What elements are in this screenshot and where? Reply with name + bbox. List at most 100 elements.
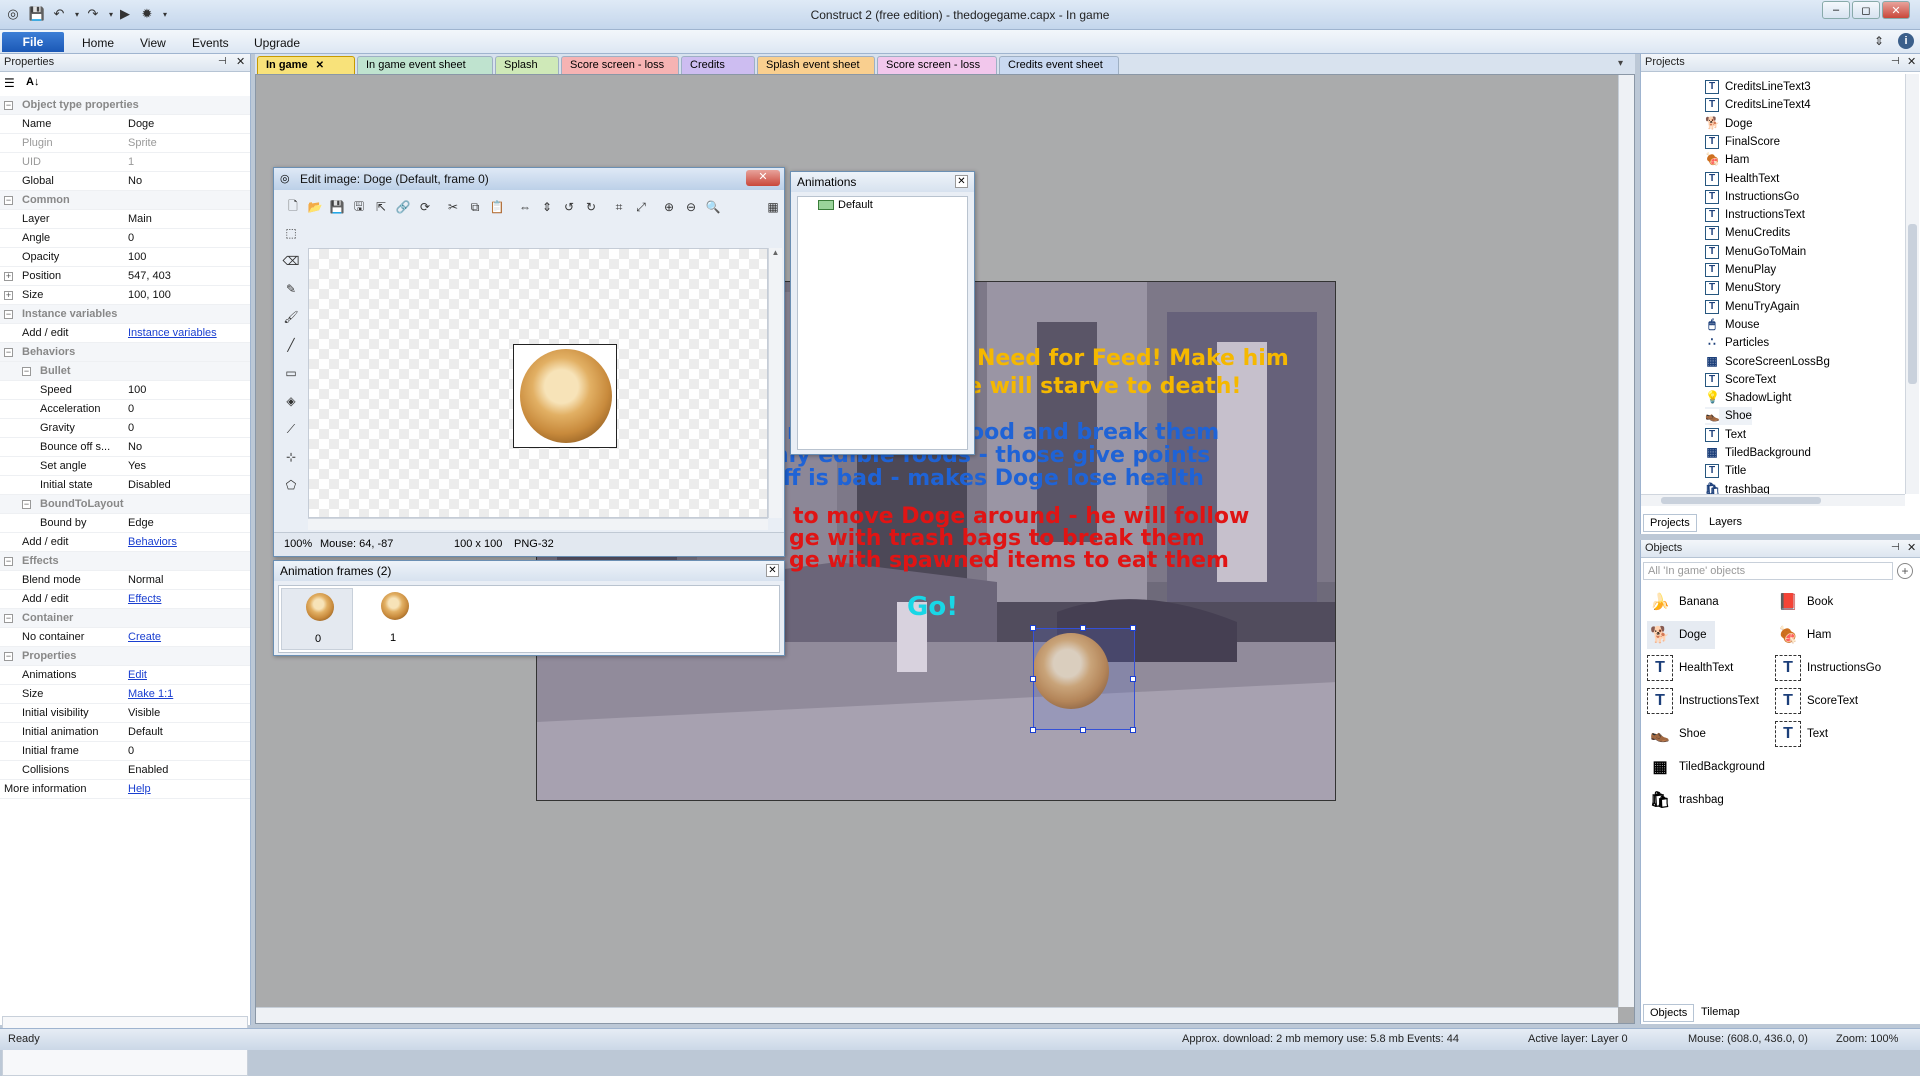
- project-tree-item[interactable]: T CreditsLineText4: [1705, 96, 1811, 114]
- resize-icon[interactable]: ⤢: [632, 198, 650, 216]
- property-section-header[interactable]: − Properties: [0, 647, 250, 666]
- close-button[interactable]: ✕: [1882, 1, 1910, 19]
- property-section-header[interactable]: − Behaviors: [0, 343, 250, 362]
- tab-upgrade[interactable]: Upgrade: [244, 34, 310, 52]
- property-link[interactable]: Make 1:1: [128, 688, 173, 700]
- project-tree-item[interactable]: T Text: [1705, 426, 1746, 444]
- scroll-thumb[interactable]: [1661, 497, 1821, 504]
- property-row[interactable]: Add / edit Behaviors: [0, 533, 250, 552]
- project-tree-item[interactable]: 💡 ShadowLight: [1705, 389, 1792, 407]
- project-tree-item[interactable]: ∴ Particles: [1705, 334, 1769, 352]
- image-vertical-scrollbar[interactable]: ▲: [768, 248, 782, 518]
- expand-toggle-icon[interactable]: +: [4, 291, 13, 300]
- property-value[interactable]: Edge: [128, 517, 154, 529]
- instruction-text[interactable]: uff is bad - makes Doge lose health: [767, 466, 1204, 491]
- zoom-in-icon[interactable]: ⊕: [660, 198, 678, 216]
- image-horizontal-scrollbar[interactable]: [308, 518, 768, 530]
- animations-close-icon[interactable]: ✕: [955, 175, 968, 188]
- tab-projects[interactable]: Projects: [1643, 514, 1697, 532]
- property-value[interactable]: Doge: [128, 118, 154, 130]
- property-row[interactable]: Layer Main: [0, 210, 250, 229]
- project-tree-item[interactable]: T MenuStory: [1705, 279, 1781, 297]
- doc-tab[interactable]: Splash event sheet: [757, 56, 875, 74]
- property-value[interactable]: 0: [128, 403, 134, 415]
- doc-tab[interactable]: In game ✕: [257, 56, 355, 74]
- close-panel-icon[interactable]: ✕: [1907, 55, 1916, 68]
- property-value[interactable]: Yes: [128, 460, 146, 472]
- property-value[interactable]: Enabled: [128, 764, 168, 776]
- categorized-sort-icon[interactable]: ☰: [4, 76, 15, 90]
- doc-tab[interactable]: Score screen - loss: [877, 56, 997, 74]
- fill-icon[interactable]: ◈: [282, 392, 300, 410]
- project-tree-item[interactable]: T MenuTryAgain: [1705, 298, 1799, 316]
- resize-handle[interactable]: [1080, 625, 1086, 631]
- property-row[interactable]: Set angle Yes: [0, 457, 250, 476]
- property-row[interactable]: Global No: [0, 172, 250, 191]
- tab-home[interactable]: Home: [72, 34, 124, 52]
- close-panel-icon[interactable]: ✕: [1907, 541, 1916, 554]
- flip-horizontal-icon[interactable]: ⇔: [516, 198, 534, 216]
- tab-view[interactable]: View: [130, 34, 176, 52]
- doc-tab[interactable]: In game event sheet: [357, 56, 493, 74]
- property-row[interactable]: More information Help: [0, 780, 250, 799]
- paste-icon[interactable]: 📋: [488, 198, 506, 216]
- resize-handle[interactable]: [1080, 727, 1086, 733]
- resize-handle[interactable]: [1030, 676, 1036, 682]
- property-value[interactable]: No: [128, 175, 142, 187]
- frame-thumb[interactable]: 0: [281, 588, 353, 650]
- project-tree-item[interactable]: T HealthText: [1705, 170, 1779, 188]
- origin-point-icon[interactable]: ⊹: [282, 448, 300, 466]
- object-item[interactable]: 📕 Book: [1775, 588, 1833, 616]
- pin-icon[interactable]: ⊣: [218, 56, 227, 67]
- resize-handle[interactable]: [1130, 727, 1136, 733]
- save-image-icon[interactable]: 💾: [328, 198, 346, 216]
- property-section-header[interactable]: − Object type properties: [0, 96, 250, 115]
- property-value[interactable]: 0: [128, 422, 134, 434]
- project-tree-item[interactable]: T CreditsLineText3: [1705, 78, 1811, 96]
- frame-thumb[interactable]: 1: [357, 588, 429, 650]
- project-tree-item[interactable]: T InstructionsGo: [1705, 188, 1799, 206]
- file-tab[interactable]: File: [2, 32, 64, 52]
- object-item[interactable]: 🍌 Banana: [1647, 588, 1719, 616]
- project-tree-item[interactable]: T FinalScore: [1705, 133, 1780, 151]
- scroll-thumb[interactable]: [1908, 224, 1917, 384]
- property-row[interactable]: Blend mode Normal: [0, 571, 250, 590]
- rotate-left-icon[interactable]: ↺: [560, 198, 578, 216]
- collapse-toggle-icon[interactable]: −: [4, 196, 13, 205]
- close-panel-icon[interactable]: ✕: [236, 55, 245, 68]
- object-item[interactable]: T ScoreText: [1775, 687, 1858, 715]
- open-image-icon[interactable]: 📂: [306, 198, 324, 216]
- property-link[interactable]: Edit: [128, 669, 147, 681]
- object-item[interactable]: T HealthText: [1647, 654, 1733, 682]
- project-tree-item[interactable]: 👞 Shoe: [1705, 407, 1752, 426]
- tab-tilemap[interactable]: Tilemap: [1695, 1004, 1746, 1022]
- resize-handle[interactable]: [1130, 625, 1136, 631]
- property-row[interactable]: Acceleration 0: [0, 400, 250, 419]
- object-item[interactable]: T Text: [1775, 720, 1828, 748]
- projects-hscrollbar[interactable]: [1641, 494, 1905, 506]
- property-value[interactable]: 0: [128, 745, 134, 757]
- property-row[interactable]: Bound by Edge: [0, 514, 250, 533]
- project-tree-item[interactable]: T InstructionsText: [1705, 206, 1805, 224]
- project-tree-item[interactable]: 🍖 Ham: [1705, 151, 1749, 169]
- flip-vertical-icon[interactable]: ⇕: [538, 198, 556, 216]
- property-value[interactable]: Normal: [128, 574, 163, 586]
- maximize-button[interactable]: ◻: [1852, 1, 1880, 19]
- property-row[interactable]: Opacity 100: [0, 248, 250, 267]
- tab-objects[interactable]: Objects: [1643, 1004, 1695, 1022]
- collapse-toggle-icon[interactable]: −: [4, 310, 13, 319]
- instruction-text[interactable]: e will starve to death!: [967, 374, 1241, 399]
- property-row[interactable]: Initial visibility Visible: [0, 704, 250, 723]
- property-row[interactable]: Add / edit Instance variables: [0, 324, 250, 343]
- project-tree-item[interactable]: T Title: [1705, 462, 1746, 480]
- property-link[interactable]: Instance variables: [128, 327, 217, 339]
- close-tab-icon[interactable]: ✕: [316, 60, 324, 71]
- property-link[interactable]: Behaviors: [128, 536, 177, 548]
- resize-handle[interactable]: [1130, 676, 1136, 682]
- property-row[interactable]: Initial state Disabled: [0, 476, 250, 495]
- property-row[interactable]: Name Doge: [0, 115, 250, 134]
- collapse-ribbon-icon[interactable]: ⇕: [1874, 34, 1884, 48]
- property-value[interactable]: 0: [128, 232, 134, 244]
- object-item[interactable]: 🍖 Ham: [1775, 621, 1831, 649]
- property-value[interactable]: No: [128, 441, 142, 453]
